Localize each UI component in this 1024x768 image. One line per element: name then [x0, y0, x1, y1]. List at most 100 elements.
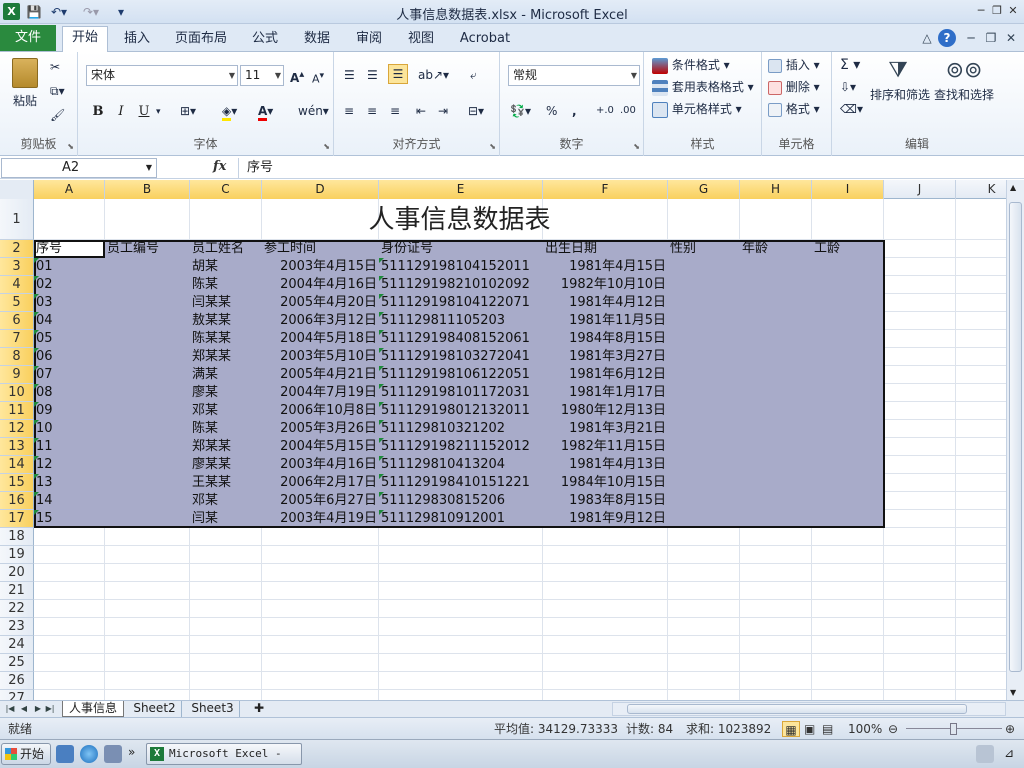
header-cell[interactable]: 参工时间	[264, 240, 378, 258]
data-cell[interactable]: 2004年7月19日	[264, 384, 378, 402]
close-icon[interactable]: ✕	[1004, 3, 1022, 19]
name-box[interactable]: A2 ▼	[1, 158, 157, 178]
font-size-combo[interactable]: 11 ▼	[240, 65, 284, 86]
data-cell[interactable]: 2003年4月19日	[264, 510, 378, 528]
insert-function-icon[interactable]: fx	[213, 159, 226, 174]
clipboard-launcher-icon[interactable]: ⬊	[67, 142, 74, 151]
page-layout-view-icon[interactable]: ▣	[804, 721, 815, 737]
new-sheet-icon[interactable]: ✚	[246, 701, 272, 717]
data-cell[interactable]: 王某某	[192, 474, 261, 492]
decrease-decimal-button[interactable]: .00	[620, 102, 636, 120]
tab-data[interactable]: 数据	[294, 28, 340, 52]
align-middle-icon[interactable]: ☰	[367, 66, 378, 84]
tab-home[interactable]: 开始	[62, 26, 108, 53]
data-cell[interactable]: 2004年5月15日	[264, 438, 378, 456]
ribbon-collapse-icon[interactable]: △	[918, 29, 936, 47]
worksheet-grid[interactable]: ABCDEFGHIJK 人事信息数据表 序号 员工编号 员工姓名 参工时间 身份证号 出生…	[0, 180, 1006, 700]
row-header-4[interactable]: 4	[0, 276, 34, 294]
data-cell[interactable]: 511129810321202	[381, 420, 542, 438]
data-cell[interactable]: 511129198210102092	[381, 276, 542, 294]
header-cell[interactable]: 员工编号	[107, 240, 189, 258]
bold-button[interactable]: B	[88, 102, 108, 122]
row-header-11[interactable]: 11	[0, 402, 34, 420]
sheet-tab-personnel[interactable]: 人事信息	[62, 701, 124, 717]
doc-close-icon[interactable]: ✕	[1002, 29, 1020, 47]
column-header-f[interactable]: F	[543, 180, 668, 199]
vertical-scroll-thumb[interactable]	[1009, 202, 1022, 672]
data-cell[interactable]: 郑某某	[192, 438, 261, 456]
data-cell[interactable]: 04	[36, 312, 104, 330]
align-bottom-icon[interactable]: ☰	[388, 64, 408, 84]
align-left-icon[interactable]: ≡	[344, 102, 354, 120]
column-header-d[interactable]: D	[262, 180, 379, 199]
data-cell[interactable]: 01	[36, 258, 104, 276]
data-cell[interactable]: 1981年11月5日	[545, 312, 667, 330]
row-header-24[interactable]: 24	[0, 636, 34, 654]
row-header-3[interactable]: 3	[0, 258, 34, 276]
data-cell[interactable]: 511129810912001	[381, 510, 542, 528]
column-header-g[interactable]: G	[668, 180, 740, 199]
zoom-slider-handle[interactable]	[950, 723, 957, 735]
row-header-9[interactable]: 9	[0, 366, 34, 384]
data-cell[interactable]: 1981年1月17日	[545, 384, 667, 402]
data-cell[interactable]: 511129198408152061	[381, 330, 542, 348]
data-cell[interactable]: 1981年3月27日	[545, 348, 667, 366]
data-cell[interactable]: 1981年4月15日	[545, 258, 667, 276]
zoom-out-icon[interactable]: ⊖	[888, 721, 898, 737]
data-cell[interactable]: 1982年11月15日	[545, 438, 667, 456]
column-header-k[interactable]: K	[956, 180, 1006, 199]
data-cell[interactable]: 511129198101172031	[381, 384, 542, 402]
data-cell[interactable]: 511129830815206	[381, 492, 542, 510]
data-cell[interactable]: 511129810413204	[381, 456, 542, 474]
data-cell[interactable]: 陈某某	[192, 330, 261, 348]
data-cell[interactable]: 2005年4月20日	[264, 294, 378, 312]
format-painter-icon[interactable]: 🖌	[50, 106, 65, 124]
zoom-in-icon[interactable]: ⊕	[1005, 721, 1015, 737]
data-cell[interactable]: 邓某	[192, 402, 261, 420]
sheet-title[interactable]: 人事信息数据表	[34, 199, 885, 239]
header-cell[interactable]: 性别	[670, 240, 739, 258]
row-header-19[interactable]: 19	[0, 546, 34, 564]
row-header-8[interactable]: 8	[0, 348, 34, 366]
data-cell[interactable]: 2003年4月15日	[264, 258, 378, 276]
data-cell[interactable]: 邓某	[192, 492, 261, 510]
data-cell[interactable]: 511129198211152012	[381, 438, 542, 456]
row-header-16[interactable]: 16	[0, 492, 34, 510]
data-cell[interactable]: 13	[36, 474, 104, 492]
column-header-i[interactable]: I	[812, 180, 884, 199]
ie-icon[interactable]	[80, 745, 98, 763]
row-header-21[interactable]: 21	[0, 582, 34, 600]
row-header-1[interactable]: 1	[0, 199, 34, 240]
sheet-tab-sheet2[interactable]: Sheet2	[128, 701, 182, 717]
increase-decimal-button[interactable]: +.0	[596, 102, 614, 120]
column-header-e[interactable]: E	[379, 180, 543, 199]
insert-cells-button[interactable]: 插入 ▾	[768, 56, 820, 74]
doc-minimize-icon[interactable]: ─	[962, 29, 980, 47]
row-header-13[interactable]: 13	[0, 438, 34, 456]
tab-insert[interactable]: 插入	[114, 28, 160, 52]
data-cell[interactable]: 闫某	[192, 510, 261, 528]
row-header-12[interactable]: 12	[0, 420, 34, 438]
data-cell[interactable]: 15	[36, 510, 104, 528]
help-icon[interactable]: ?	[938, 29, 956, 47]
data-cell[interactable]: 09	[36, 402, 104, 420]
horizontal-scrollbar[interactable]	[612, 702, 1006, 716]
row-header-2[interactable]: 2	[0, 240, 34, 258]
scroll-up-icon[interactable]: ▲	[1010, 183, 1016, 192]
horizontal-scroll-thumb[interactable]	[627, 704, 967, 714]
data-cell[interactable]: 511129198103272041	[381, 348, 542, 366]
decrease-indent-icon[interactable]: ⇤	[416, 102, 426, 120]
data-cell[interactable]: 2004年5月18日	[264, 330, 378, 348]
orientation-icon[interactable]: ab↗▾	[418, 66, 449, 84]
data-cell[interactable]: 胡某	[192, 258, 261, 276]
row-header-17[interactable]: 17	[0, 510, 34, 528]
data-cell[interactable]: 2005年6月27日	[264, 492, 378, 510]
last-sheet-icon[interactable]: ▶|	[44, 702, 56, 716]
tab-formulas[interactable]: 公式	[242, 28, 288, 52]
font-name-combo[interactable]: 宋体 ▼	[86, 65, 238, 86]
row-header-22[interactable]: 22	[0, 600, 34, 618]
number-launcher-icon[interactable]: ⬊	[633, 142, 640, 151]
increase-indent-icon[interactable]: ⇥	[438, 102, 448, 120]
data-cell[interactable]: 2005年4月21日	[264, 366, 378, 384]
row-header-25[interactable]: 25	[0, 654, 34, 672]
